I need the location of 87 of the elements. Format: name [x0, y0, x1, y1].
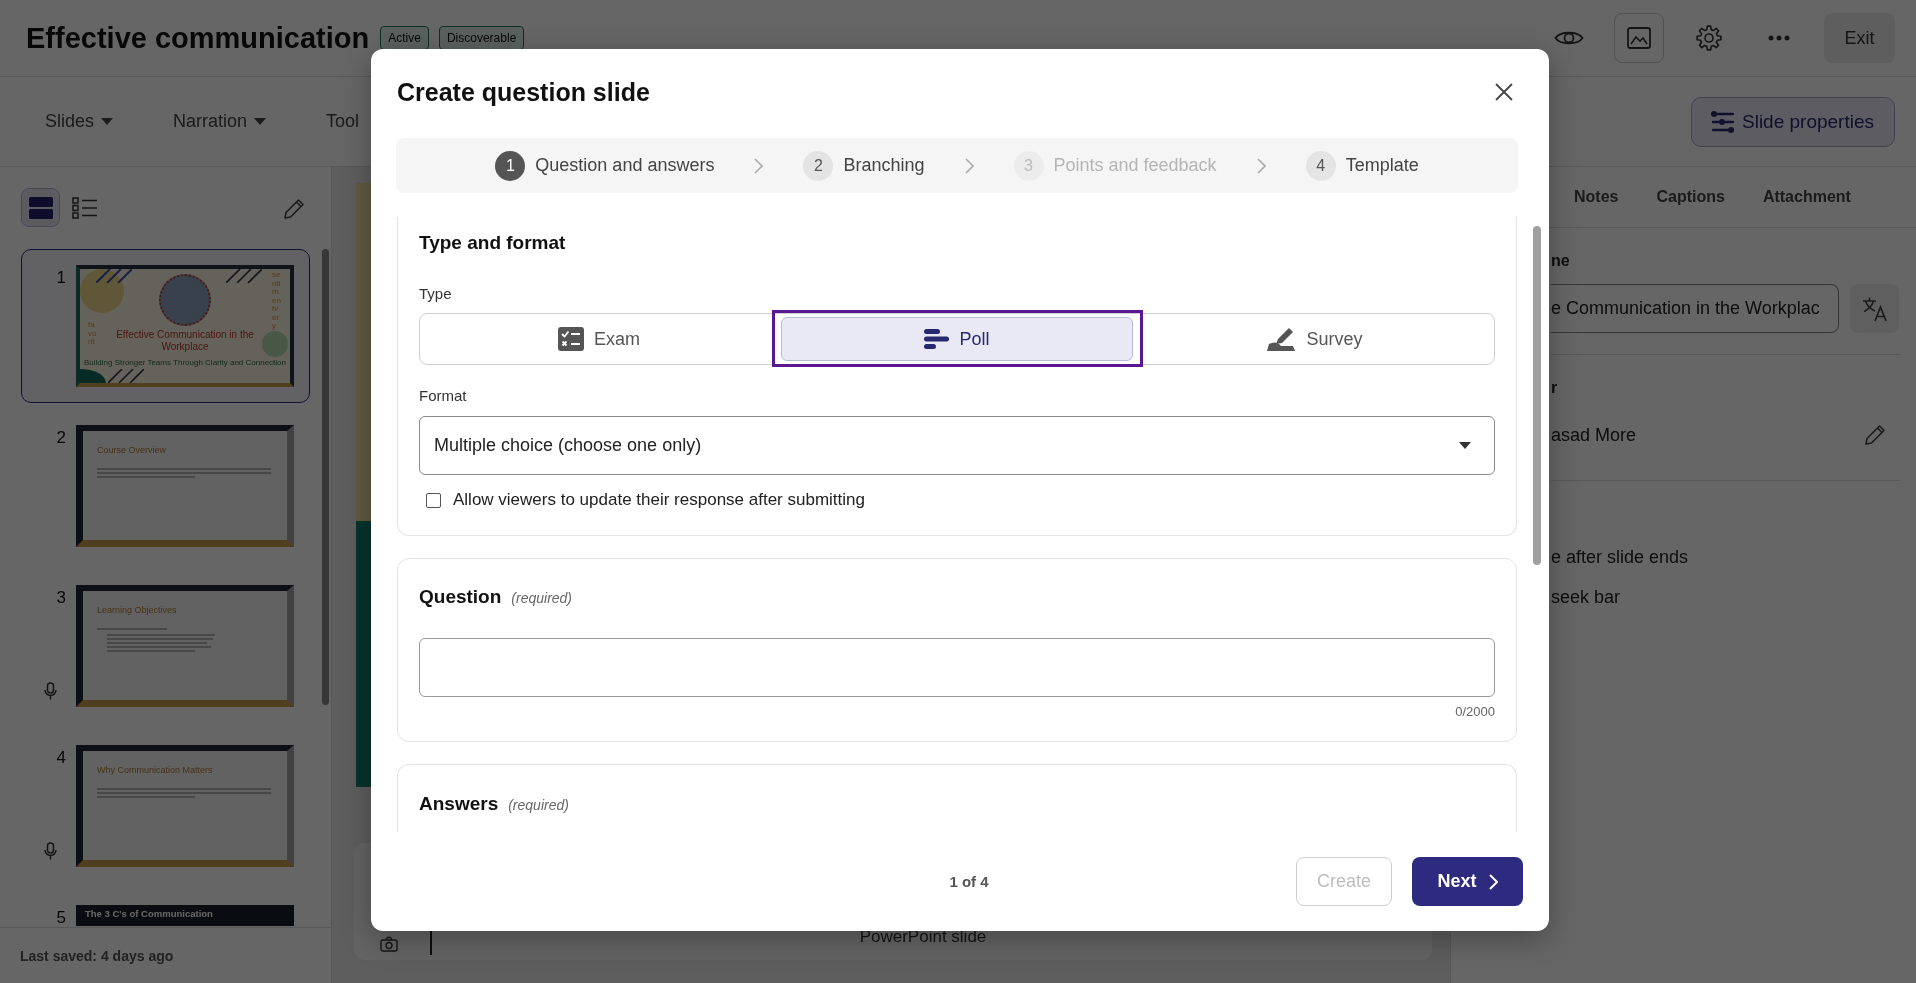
step-button[interactable]: 1 Question and answers	[495, 150, 715, 181]
slide-item[interactable]: 3 Learning Objectives	[21, 569, 310, 723]
type-option[interactable]: Survey	[1139, 317, 1491, 361]
slide-number: 2	[56, 429, 67, 447]
chevron-icon	[1488, 873, 1498, 890]
corner-wedge	[80, 369, 106, 383]
slide-subtitle: Building Stronger Teams Through Clarity and Connection	[83, 358, 286, 367]
slide-title: Course Overview	[97, 445, 167, 456]
checkbox[interactable]	[426, 492, 441, 508]
bars-icon	[924, 329, 950, 349]
translate-icon	[1861, 295, 1888, 322]
last-saved-text: Last saved: 4 days ago	[20, 947, 174, 964]
slide-number: 3	[56, 589, 67, 607]
caret-icon	[1459, 442, 1471, 449]
grid-view-button[interactable]	[21, 188, 60, 227]
sliders-icon	[1710, 110, 1734, 133]
slide-number: 4	[56, 749, 67, 767]
section-heading: Type and format	[419, 231, 567, 255]
image-button[interactable]	[1614, 13, 1664, 63]
menu-button[interactable]: Narration	[173, 111, 267, 132]
text-input[interactable]: e Communication in the Workplac	[1551, 284, 1839, 333]
slide-item[interactable]: 2 Course Overview	[21, 409, 310, 563]
field-label: Type	[419, 285, 453, 303]
signature-icon	[1267, 327, 1297, 351]
stripes-decoration	[108, 369, 144, 383]
menu-button[interactable]: Slides	[45, 111, 114, 132]
decorative-circle	[262, 331, 288, 357]
exit-button[interactable]: Exit	[1824, 13, 1895, 63]
step-number: 2	[803, 150, 834, 181]
chevron-icon	[1256, 157, 1266, 174]
required-note: (required)	[511, 590, 573, 606]
slide-title: Why Communication Matters	[97, 765, 213, 776]
character-count: 0/2000	[1455, 704, 1495, 720]
checklist-icon	[558, 327, 584, 351]
option-label: e after slide ends	[1551, 546, 1689, 568]
slide-item[interactable]: 5 The 3 C's of Communication	[21, 889, 310, 927]
camera-icon[interactable]	[380, 936, 398, 952]
decorative-circle	[80, 269, 124, 313]
stripes-decoration	[226, 269, 262, 283]
question-input[interactable]	[419, 638, 1495, 697]
section-heading: Question	[419, 585, 502, 609]
checkbox-label[interactable]: Allow viewers to update their response after submitting	[453, 490, 865, 510]
required-note: (required)	[508, 797, 569, 813]
image-icon	[1627, 27, 1651, 49]
close-icon[interactable]	[1495, 83, 1513, 101]
page-indicator: 1 of 4	[949, 873, 989, 890]
field-value: asad More	[1551, 424, 1637, 446]
type-option[interactable]: Poll	[781, 317, 1133, 361]
illustration-placeholder	[159, 274, 211, 326]
status-badge: Active	[380, 26, 429, 50]
next-button[interactable]: Next	[1412, 857, 1523, 906]
option-label: seek bar	[1551, 586, 1621, 608]
menu-button[interactable]: Tool	[326, 111, 360, 132]
section-heading: Answers	[419, 792, 499, 816]
more-icon[interactable]	[1768, 35, 1790, 41]
pencil-icon[interactable]	[1864, 423, 1888, 447]
chevron-icon	[964, 157, 974, 174]
settings-icon[interactable]	[1696, 25, 1722, 51]
status-badge: Discoverable	[438, 26, 525, 50]
field-label: ne	[1551, 251, 1571, 271]
slide-item[interactable]: 4 Why Communication Matters	[21, 729, 310, 883]
course-title: Effective communication	[26, 21, 370, 55]
format-dropdown[interactable]: Multiple choice (choose one only)	[419, 416, 1495, 475]
translate-button[interactable]	[1850, 284, 1899, 333]
step-number: 4	[1305, 150, 1336, 181]
slide-number: 1	[56, 269, 67, 287]
field-label: Format	[419, 387, 468, 405]
stripes-decoration	[96, 269, 132, 283]
step-button[interactable]: 2 Branching	[803, 150, 925, 181]
slide-title: The 3 C's of Communication	[85, 908, 213, 920]
slide-title: Effective Communication in the Workplace	[115, 329, 255, 353]
chevron-icon	[754, 157, 764, 174]
step-button[interactable]: 4 Template	[1305, 150, 1419, 181]
panel-tab[interactable]: Attachment	[1762, 167, 1851, 227]
rows-icon	[28, 196, 53, 219]
type-option[interactable]: Exam	[423, 317, 775, 361]
panel-tab[interactable]: Notes	[1574, 167, 1619, 227]
step-number: 1	[495, 150, 526, 181]
dialog-title: Create question slide	[397, 77, 650, 107]
caption-text: PowerPoint slide	[859, 926, 987, 946]
field-label: r	[1551, 378, 1559, 398]
list-icon	[71, 196, 98, 219]
slide-title: Learning Objectives	[97, 605, 177, 616]
slide-number: 5	[56, 909, 67, 926]
pencil-icon[interactable]	[283, 196, 305, 219]
slide-properties-button[interactable]: Slide properties	[1691, 96, 1895, 147]
panel-tab[interactable]: Captions	[1656, 167, 1725, 227]
